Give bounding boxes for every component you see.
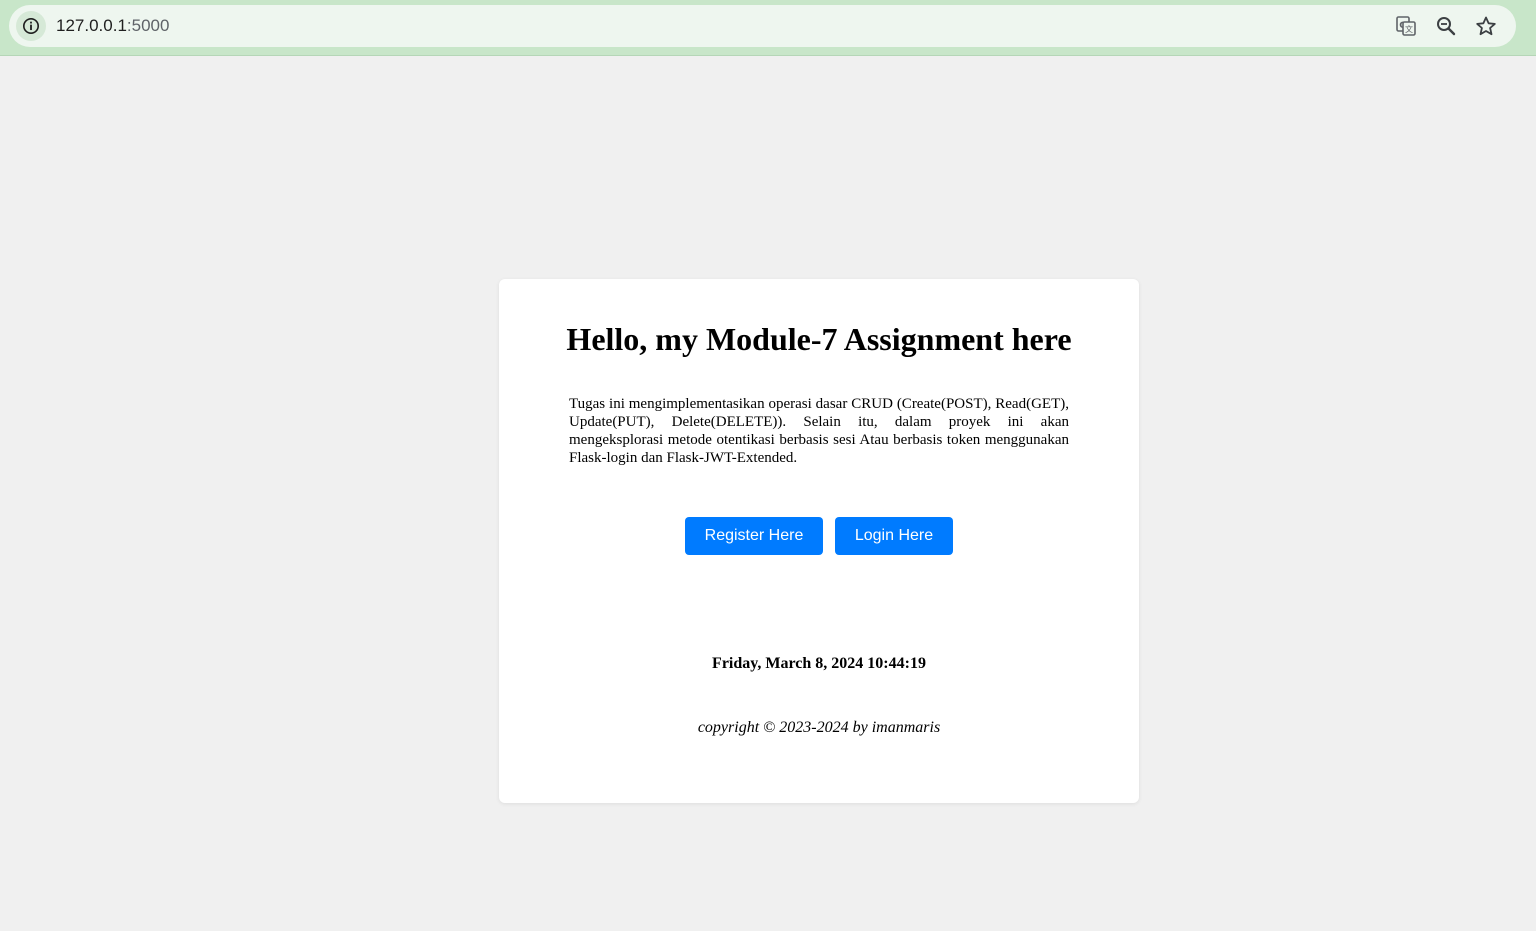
- current-datetime: Friday, March 8, 2024 10:44:19: [712, 655, 926, 672]
- page-title: Hello, my Module-7 Assignment here: [566, 321, 1072, 357]
- url-host: 127.0.0.1: [56, 16, 127, 35]
- main-card: Hello, my Module-7 Assignment here Tugas…: [499, 279, 1139, 803]
- svg-text:文: 文: [1405, 24, 1413, 34]
- login-button[interactable]: Login Here: [835, 517, 953, 555]
- url-text[interactable]: 127.0.0.1:5000: [56, 16, 169, 36]
- bookmark-star-icon[interactable]: [1475, 15, 1497, 37]
- assignment-description: Tugas ini mengimplementasikan operasi da…: [569, 396, 1069, 466]
- copyright-footer: copyright © 2023-2024 by imanmaris: [697, 719, 941, 736]
- url-port: :5000: [126, 16, 170, 35]
- zoom-icon[interactable]: [1435, 15, 1457, 37]
- translate-icon[interactable]: G 文: [1395, 15, 1417, 37]
- address-bar[interactable]: 127.0.0.1:5000 G 文: [9, 5, 1516, 47]
- register-button[interactable]: Register Here: [685, 517, 823, 555]
- info-icon[interactable]: [16, 11, 46, 41]
- browser-toolbar: 127.0.0.1:5000 G 文: [0, 0, 1536, 56]
